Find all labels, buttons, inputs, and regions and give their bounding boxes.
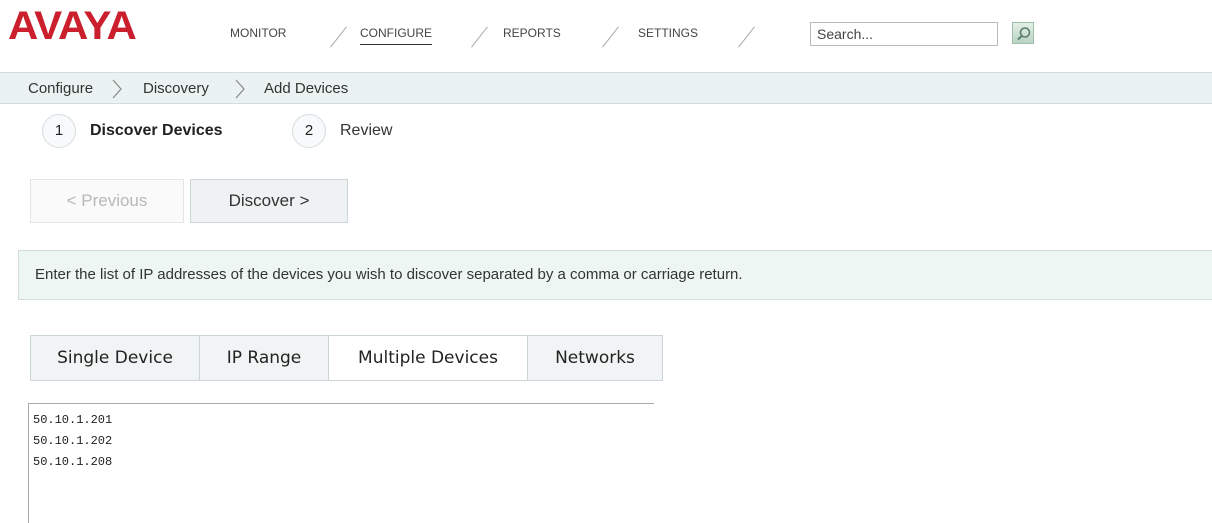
nav-separator <box>471 26 488 48</box>
nav-reports[interactable]: REPORTS <box>503 26 561 40</box>
nav-monitor[interactable]: MONITOR <box>230 26 286 40</box>
search-input[interactable] <box>810 22 998 46</box>
avaya-logo: AVAYA <box>8 4 137 48</box>
tab-single-device[interactable]: Single Device <box>31 336 200 380</box>
nav-settings[interactable]: SETTINGS <box>638 26 698 40</box>
previous-button[interactable]: < Previous <box>30 179 184 223</box>
breadcrumb-discovery[interactable]: Discovery <box>143 80 209 97</box>
chevron-right-icon <box>235 79 245 99</box>
tab-networks[interactable]: Networks <box>528 336 662 380</box>
nav-separator <box>738 26 755 48</box>
nav-separator <box>602 26 619 48</box>
breadcrumb-add-devices: Add Devices <box>264 80 349 97</box>
tab-ip-range[interactable]: IP Range <box>200 336 329 380</box>
step-1-label: Discover Devices <box>90 122 223 139</box>
discovery-method-tabs: Single Device IP Range Multiple Devices … <box>30 335 663 381</box>
ip-address-list-input[interactable] <box>28 403 654 523</box>
discover-button[interactable]: Discover > <box>190 179 348 223</box>
step-1-indicator: 1 <box>42 114 76 148</box>
step-2-indicator: 2 <box>292 114 326 148</box>
tab-multiple-devices[interactable]: Multiple Devices <box>329 336 528 380</box>
step-2-label: Review <box>340 122 393 139</box>
search-button[interactable] <box>1012 22 1034 44</box>
breadcrumb: Configure Discovery Add Devices <box>0 72 1212 104</box>
search-icon <box>1017 27 1031 41</box>
breadcrumb-configure[interactable]: Configure <box>28 80 93 97</box>
nav-separator <box>330 26 347 48</box>
nav-configure[interactable]: CONFIGURE <box>360 26 432 45</box>
chevron-right-icon <box>112 79 122 99</box>
info-message: Enter the list of IP addresses of the de… <box>18 250 1212 300</box>
